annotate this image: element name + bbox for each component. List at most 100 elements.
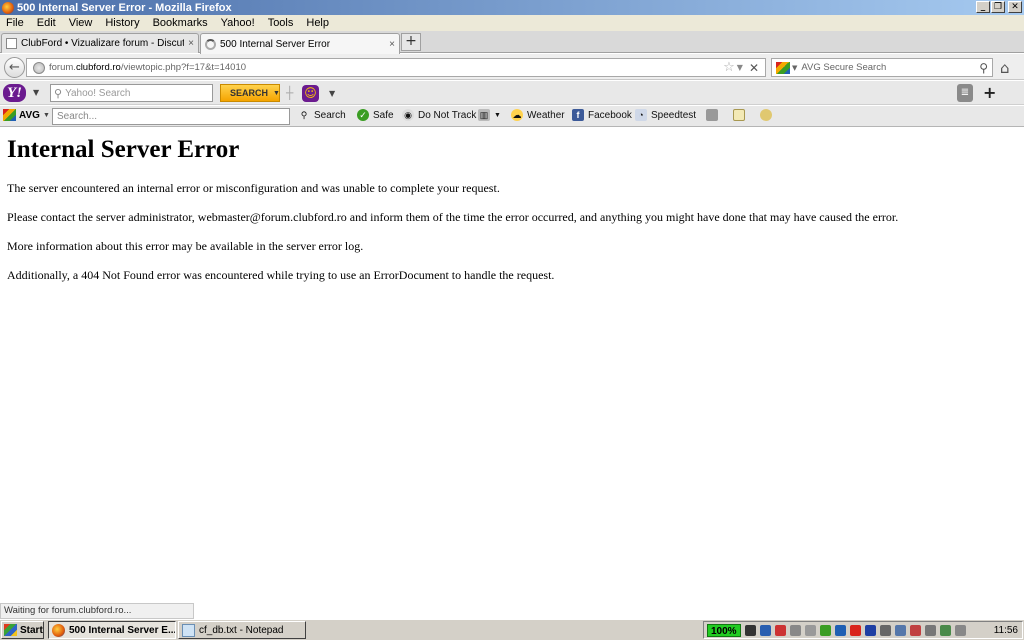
address-bar[interactable]: forum.clubford.ro/viewtopic.php?f=17&t=1… [26,58,766,77]
back-button[interactable]: ← [4,57,25,78]
start-label: Start [20,624,43,636]
tab-clubford[interactable]: ClubFord • Vizualizare forum - Discutii … [1,33,199,53]
firefox-icon [52,623,65,637]
tray-app-icon[interactable] [894,624,906,636]
yahoo-search-label: SEARCH [230,88,269,98]
volume-icon[interactable] [954,624,966,636]
minimize-button[interactable]: _ [976,1,990,13]
speedtest-button[interactable]: ◔ Speedtest [635,109,696,121]
home-icon[interactable]: ⌂ [1000,59,1010,77]
search-icon: ⚲ [300,110,308,120]
tray-app-icon[interactable] [849,624,861,636]
calculator-icon [706,109,718,121]
antivirus-icon[interactable] [774,624,786,636]
taskbar-item-firefox[interactable]: 500 Internal Server E... [48,621,176,639]
menu-file[interactable]: File [0,17,31,29]
tray-app-icon[interactable] [819,624,831,636]
menu-view[interactable]: View [63,17,100,29]
url-domain: clubford.ro [75,62,121,73]
search-icon[interactable]: ⚲ [979,61,988,75]
zoom-indicator[interactable]: 100% [707,623,741,637]
tab-close-icon[interactable]: × [188,38,194,49]
url-path: /viewtopic.php?f=17&t=14010 [120,62,247,73]
facebook-button[interactable]: f Facebook [572,109,632,121]
taskbar-item-label: 500 Internal Server E... [69,624,176,636]
yahoo-messenger-icon[interactable]: ☺ [302,85,319,102]
tray-app-icon[interactable] [759,624,771,636]
shield-check-icon: ✓ [357,109,369,121]
search-bar[interactable]: ▼ AVG Secure Search ⚲ [771,58,993,77]
yahoo-menu-dropdown-icon[interactable]: ▼ [33,88,39,97]
menu-help[interactable]: Help [300,17,336,29]
avg-logo-text: AVG [19,109,40,121]
tab-close-icon[interactable]: × [389,39,395,50]
tray-app-icon[interactable] [939,624,951,636]
menu-yahoo[interactable]: Yahoo! [215,17,262,29]
sidebar-list-icon[interactable]: ≣ [957,84,973,102]
clock[interactable]: 11:56 [994,625,1018,636]
avg-search-input[interactable]: Search... [52,108,290,125]
taskbar: Start 500 Internal Server E... cf_db.txt… [0,619,1024,640]
maximize-button[interactable]: ❐ [991,1,1005,13]
tray-app-icon[interactable] [864,624,876,636]
menu-edit[interactable]: Edit [31,17,63,29]
yahoo-logo[interactable]: Y! [3,84,26,102]
messenger-dropdown-icon[interactable]: ▼ [329,89,335,98]
status-text: Waiting for forum.clubford.ro... [0,603,194,619]
firefox-icon [2,1,14,14]
stop-icon[interactable]: ✕ [749,61,759,75]
trash-button[interactable]: ▥ ▼ [478,109,501,121]
tray-app-icon[interactable] [924,624,936,636]
url-prefix: forum. [49,62,76,73]
avg-logo-icon [3,109,16,121]
start-button[interactable]: Start [1,621,44,639]
printer-icon[interactable] [804,624,816,636]
windows-logo-icon [4,624,17,636]
calculator-button[interactable] [706,109,722,121]
weather-icon: ☁ [511,109,523,121]
new-tab-button[interactable]: + [401,33,421,51]
yahoo-search-input[interactable]: ⚲ Yahoo! Search [50,84,213,102]
avg-logo[interactable]: AVG ▼ [3,109,50,121]
yahoo-toolbar: Y! ▼ ⚲ Yahoo! Search SEARCH ▼ ┼ ☺ ▼ ≣ + [0,81,1024,105]
window-title-bar: 500 Internal Server Error - Mozilla Fire… [0,0,1024,15]
facebook-label: Facebook [588,109,632,121]
taskbar-item-label: cf_db.txt - Notepad [199,624,284,636]
menu-tools[interactable]: Tools [262,17,301,29]
engine-dropdown-icon[interactable]: ▼ [792,64,797,72]
notepad-button[interactable] [733,109,749,121]
do-not-track-button[interactable]: ◉ Do Not Track [402,109,476,121]
error-paragraph-1: The server encountered an internal error… [7,181,500,195]
tab-label: ClubFord • Vizualizare forum - Discutii … [21,38,185,49]
avg-engine-icon[interactable] [776,61,790,74]
tab-error[interactable]: 500 Internal Server Error × [200,33,400,54]
notepad-icon [733,109,745,121]
menu-history[interactable]: History [99,17,146,29]
taskbar-item-notepad[interactable]: cf_db.txt - Notepad [178,621,306,639]
tray-app-icon[interactable] [789,624,801,636]
menu-bookmarks[interactable]: Bookmarks [147,17,215,29]
url-dropdown-icon[interactable]: ▼ [737,63,743,72]
yahoo-search-button[interactable]: SEARCH ▼ [220,84,280,102]
network-icon[interactable] [879,624,891,636]
safe-button[interactable]: ✓ Safe [357,109,394,121]
safe-label: Safe [373,109,394,121]
close-button[interactable]: ✕ [1008,1,1022,13]
bookmark-star-icon[interactable]: ☆ [723,60,735,75]
site-identity-icon[interactable] [33,61,45,74]
tray-app-icon[interactable] [909,624,921,636]
notepad-icon [182,623,195,637]
weather-button[interactable]: ☁ Weather [511,109,565,121]
chevron-down-icon: ▼ [494,111,501,119]
system-tray: 100% 11:56 [703,621,1023,639]
add-icon[interactable]: + [983,83,996,102]
magnifier-button[interactable] [760,109,776,121]
do-not-track-label: Do Not Track [418,109,477,121]
plug-icon[interactable] [744,624,756,636]
page-favicon-icon [6,38,17,49]
avg-search-button[interactable]: ⚲ Search [298,109,346,121]
bluetooth-icon[interactable] [834,624,846,636]
navigation-bar: ← forum.clubford.ro/viewtopic.php?f=17&t… [0,54,1024,80]
url-text[interactable]: forum.clubford.ro/viewtopic.php?f=17&t=1… [49,62,723,73]
speedometer-icon: ◔ [635,109,647,121]
